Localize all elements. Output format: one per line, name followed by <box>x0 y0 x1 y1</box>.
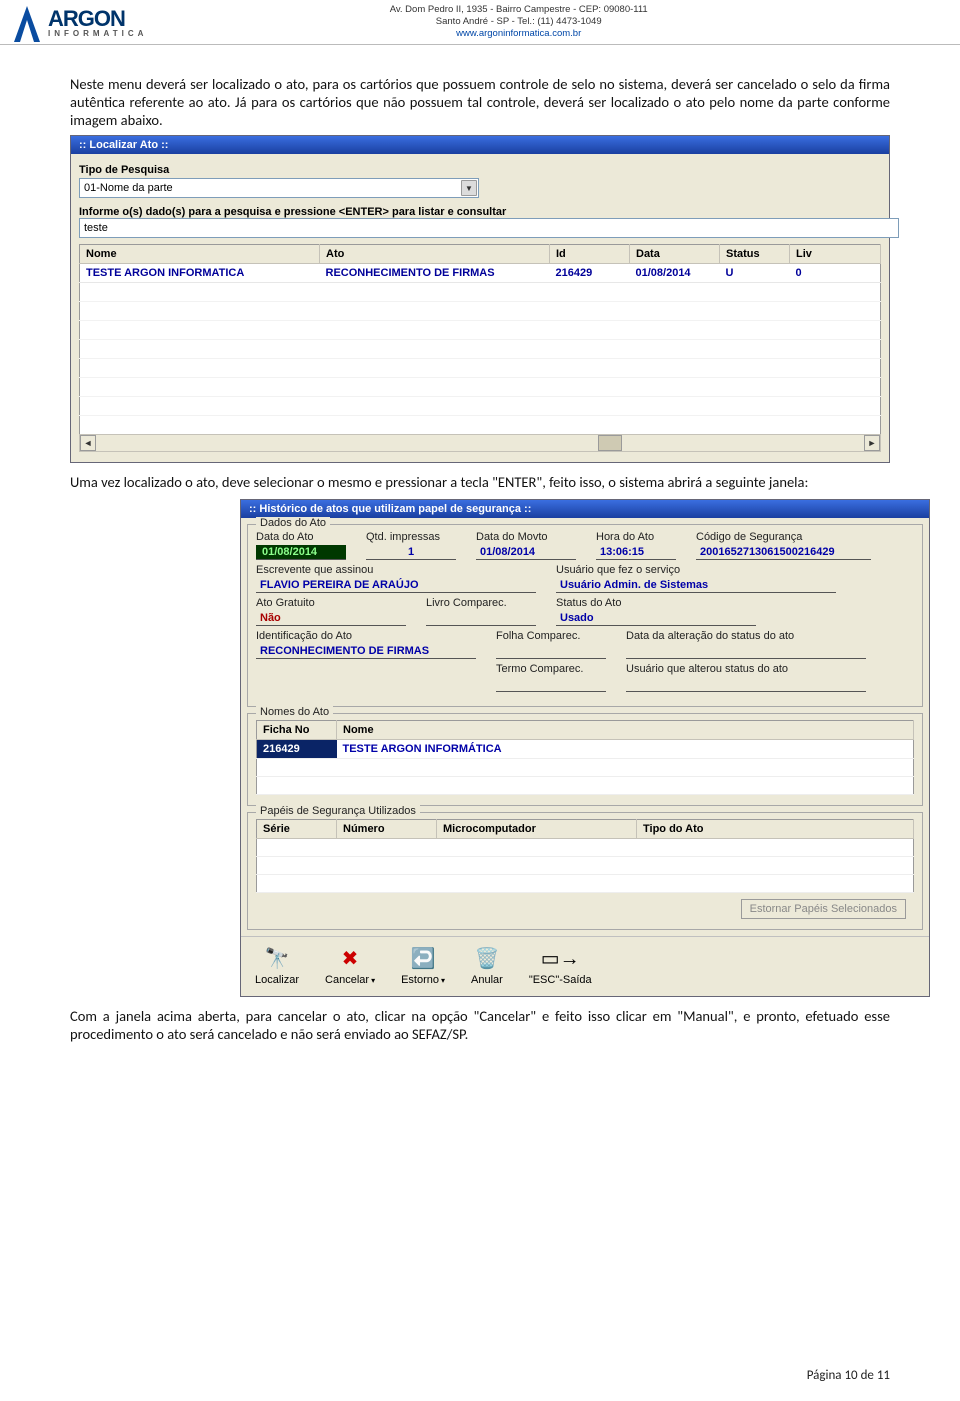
col-nome[interactable]: Nome <box>80 245 320 264</box>
historico-titlebar: :: Histórico de atos que utilizam papel … <box>241 500 929 518</box>
paragraph-1: Neste menu deverá ser localizado o ato, … <box>70 75 890 129</box>
localizar-button[interactable]: 🔭 Localizar <box>255 945 299 986</box>
address-line-2: Santo André - SP - Tel.: (11) 4473-1049 <box>147 16 890 28</box>
scroll-left-icon[interactable]: ◄ <box>80 435 96 451</box>
tipo-pesquisa-select[interactable] <box>79 178 479 198</box>
argon-logo-icon <box>10 2 44 42</box>
pesquisa-input[interactable] <box>79 218 899 238</box>
col-livro[interactable]: Liv <box>790 245 881 264</box>
nomes-do-ato-fieldset: Nomes do Ato Ficha No Nome 216429 TESTE … <box>247 713 923 806</box>
table-row[interactable]: TESTE ARGON INFORMATICA RECONHECIMENTO D… <box>80 264 881 283</box>
address-line-1: Av. Dom Pedro II, 1935 - Bairro Campestr… <box>147 4 890 16</box>
papeis-grid[interactable]: Série Número Microcomputador Tipo do Ato <box>256 819 914 893</box>
anular-button[interactable]: 🗑️ Anular <box>471 945 503 986</box>
tipo-pesquisa-label: Tipo de Pesquisa <box>79 164 881 176</box>
header-address: Av. Dom Pedro II, 1935 - Bairro Campestr… <box>147 2 890 40</box>
data-movto-value: 01/08/2014 <box>476 545 576 560</box>
data-alteracao-value <box>626 644 866 659</box>
scroll-right-icon[interactable]: ► <box>864 435 880 451</box>
folha-comparec-value <box>496 644 606 659</box>
usuario-servico-value: Usuário Admin. de Sistemas <box>556 578 836 593</box>
estorno-button[interactable]: ↩️ Estorno▾ <box>401 945 445 986</box>
codigo-seguranca-value: 20016527130615002164​29 <box>696 545 871 560</box>
localizar-ato-titlebar: :: Localizar Ato :: <box>71 136 889 154</box>
undo-icon: ↩️ <box>409 945 437 971</box>
col-status[interactable]: Status <box>720 245 790 264</box>
logo-block: ARGON INFORMATICA <box>10 2 147 42</box>
nomes-grid[interactable]: Ficha No Nome 216429 TESTE ARGON INFORMÁ… <box>256 720 914 795</box>
binoculars-icon: 🔭 <box>263 945 291 971</box>
livro-comparec-value <box>426 611 536 626</box>
ato-gratuito-value: Não <box>256 611 406 626</box>
paragraph-3: Com a janela acima aberta, para cancelar… <box>70 1007 890 1043</box>
esc-saida-button[interactable]: ▭→ "ESC"-Saída <box>529 945 592 986</box>
termo-comparec-value <box>496 677 606 692</box>
status-ato-value: Usado <box>556 611 756 626</box>
resultado-grid[interactable]: Nome Ato Id Data Status Liv TESTE ARGON … <box>79 244 881 435</box>
chevron-down-icon: ▾ <box>441 976 445 985</box>
logo-subtitle: INFORMATICA <box>48 29 147 38</box>
trash-icon: 🗑️ <box>473 945 501 971</box>
historico-window: :: Histórico de atos que utilizam papel … <box>240 499 930 997</box>
exit-icon: ▭→ <box>546 945 574 971</box>
col-id[interactable]: Id <box>550 245 630 264</box>
paragraph-2: Uma vez localizado o ato, deve seleciona… <box>70 473 890 491</box>
scroll-thumb[interactable] <box>598 435 622 451</box>
dados-do-ato-fieldset: Dados do Ato Data do Ato 01/08/2014 Qtd.… <box>247 524 923 707</box>
informe-label: Informe o(s) dado(s) para a pesquisa e p… <box>79 206 881 218</box>
page-footer: Página 10 de 11 <box>807 1368 890 1383</box>
cancel-icon: ✖ <box>336 945 364 971</box>
usuario-alteracao-value <box>626 677 866 692</box>
identificacao-ato-value: RECONHECIMENTO DE FIRMAS <box>256 644 476 659</box>
page-header: ARGON INFORMATICA Av. Dom Pedro II, 1935… <box>0 0 960 45</box>
col-ato[interactable]: Ato <box>320 245 550 264</box>
hora-ato-value: 13:06:15 <box>596 545 676 560</box>
historico-toolbar: 🔭 Localizar ✖ Cancelar▾ ↩️ Estorno▾ 🗑️ A… <box>241 936 929 996</box>
chevron-down-icon: ▾ <box>371 976 375 985</box>
data-ato-value: 01/08/2014 <box>256 545 346 560</box>
qtd-impressas-value: 1 <box>366 545 456 560</box>
table-row[interactable]: 216429 TESTE ARGON INFORMÁTICA <box>257 740 914 759</box>
localizar-ato-window: :: Localizar Ato :: Tipo de Pesquisa ▼ I… <box>70 135 890 463</box>
chevron-down-icon[interactable]: ▼ <box>461 180 477 196</box>
escrevente-value: FLAVIO PEREIRA DE ARAÚJO <box>256 578 536 593</box>
papeis-seguranca-fieldset: Papéis de Segurança Utilizados Série Núm… <box>247 812 923 930</box>
estornar-papeis-button[interactable]: Estornar Papéis Selecionados <box>741 899 906 919</box>
grid-scrollbar[interactable]: ◄ ► <box>79 434 881 452</box>
col-data[interactable]: Data <box>630 245 720 264</box>
dados-do-ato-legend: Dados do Ato <box>256 517 330 529</box>
cancelar-button[interactable]: ✖ Cancelar▾ <box>325 945 375 986</box>
header-site: www.argoninformatica.com.br <box>147 28 890 40</box>
